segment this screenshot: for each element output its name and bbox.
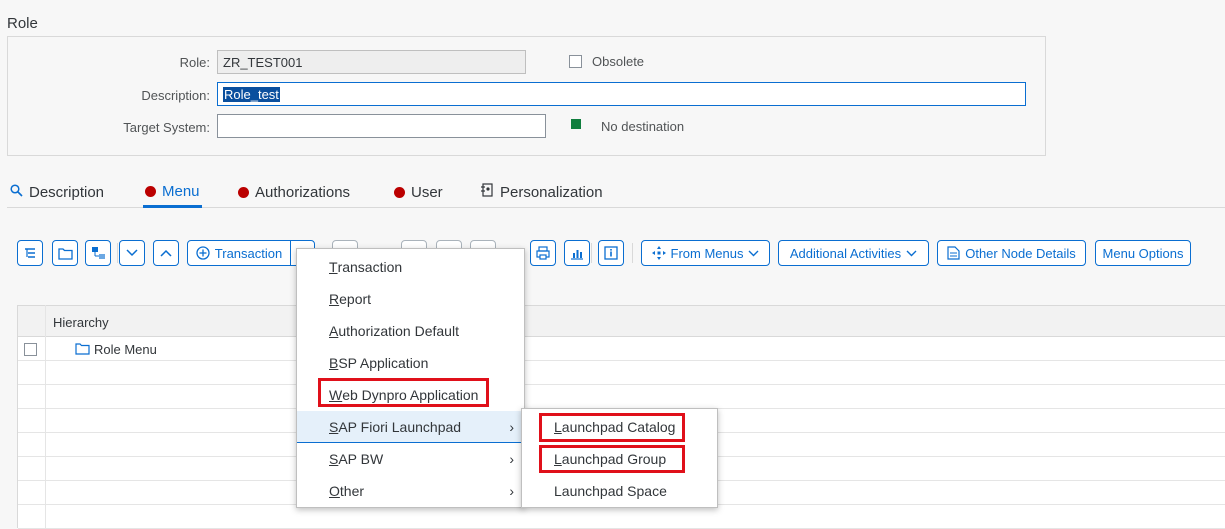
table-row <box>18 361 1225 385</box>
status-dot-icon <box>145 186 156 197</box>
description-field[interactable]: Role_test <box>217 82 1026 106</box>
menu-item-other[interactable]: Other › <box>297 475 524 507</box>
tab-authorizations[interactable]: Authorizations <box>238 178 350 206</box>
folder-icon <box>75 342 90 360</box>
hierarchy-column-header: Hierarchy <box>53 315 109 330</box>
hierarchy-icon <box>91 247 105 259</box>
folder-icon <box>57 247 73 260</box>
description-label: Description: <box>141 88 210 103</box>
from-menus-label: From Menus <box>670 245 744 261</box>
chevron-down-icon <box>748 250 759 256</box>
highlight-annotation <box>318 378 489 407</box>
menu-options-button[interactable]: Menu Options <box>1095 240 1191 266</box>
info-icon <box>604 246 618 260</box>
additional-activities-label: Additional Activities <box>789 245 902 261</box>
highlight-annotation <box>539 445 685 473</box>
tab-personalization-label: Personalization <box>500 183 603 201</box>
search-icon <box>10 183 23 201</box>
add-icon <box>196 246 210 260</box>
additional-activities-button[interactable]: Additional Activities <box>778 240 929 266</box>
chevron-right-icon: › <box>509 483 514 499</box>
tree-icon <box>25 248 35 258</box>
menu-item-launchpad-space[interactable]: Launchpad Space <box>522 475 717 507</box>
table-row <box>18 505 1225 529</box>
menu-item-bsp-application[interactable]: B SP Application <box>297 347 524 379</box>
document-icon <box>947 246 960 260</box>
table-header: Hierarchy <box>18 305 1225 337</box>
chevron-up-icon <box>160 249 172 257</box>
status-dot-icon <box>238 186 249 198</box>
page-title: Role <box>7 15 38 32</box>
row-select-checkbox[interactable] <box>24 343 37 356</box>
table-row[interactable]: Role Menu <box>18 337 1225 361</box>
other-node-details-label: Other Node Details <box>965 245 1076 261</box>
chart-button[interactable] <box>564 240 590 266</box>
chevron-down-icon <box>906 250 917 256</box>
tab-description-label: Description <box>29 183 105 201</box>
transaction-button[interactable]: Transaction <box>187 240 291 266</box>
highlight-annotation <box>539 413 685 442</box>
menu-item-authorization-default[interactable]: Authorization Default <box>297 315 524 347</box>
status-dot-icon <box>394 186 405 198</box>
role-label: Role: <box>179 55 210 70</box>
chevron-down-icon <box>126 249 138 257</box>
tab-authorizations-label: Authorizations <box>255 183 351 201</box>
destination-status-icon <box>571 119 581 129</box>
target-system-label: Target System: <box>123 120 210 135</box>
collapse-all-button[interactable] <box>17 240 43 266</box>
copy-menu-button[interactable] <box>85 240 111 266</box>
description-value: Role_test <box>223 87 280 102</box>
menu-options-label: Menu Options <box>1102 245 1184 261</box>
destination-status-text: No destination <box>601 119 685 134</box>
tab-menu[interactable]: Menu <box>143 178 202 208</box>
role-field[interactable]: ZR_TEST001 <box>217 50 526 74</box>
tab-menu-label: Menu <box>162 183 200 200</box>
obsolete-label: Obsolete <box>592 54 645 69</box>
menu-item-sap-bw[interactable]: S AP BW › <box>297 443 524 475</box>
other-node-details-button[interactable]: Other Node Details <box>937 240 1086 266</box>
target-system-field[interactable] <box>217 114 546 138</box>
move-down-button[interactable] <box>119 240 145 266</box>
move-up-button[interactable] <box>153 240 179 266</box>
chevron-right-icon: › <box>509 451 514 467</box>
tab-bar: Description Menu Authorizations User Per… <box>7 178 1225 208</box>
menu-item-report[interactable]: Report <box>297 283 524 315</box>
tab-description[interactable]: Description <box>10 178 104 206</box>
tab-user[interactable]: User <box>394 178 443 206</box>
printer-icon <box>536 246 550 260</box>
role-menu-node[interactable]: Role Menu <box>94 342 157 357</box>
personalization-icon <box>480 183 494 201</box>
bar-chart-icon <box>571 250 583 260</box>
folder-button[interactable] <box>52 240 78 266</box>
chevron-right-icon: › <box>509 419 514 435</box>
menu-item-transaction[interactable]: Transaction <box>297 251 524 283</box>
tab-personalization[interactable]: Personalization <box>480 178 603 206</box>
table-row <box>18 385 1225 409</box>
transaction-button-label: Transaction <box>214 245 283 261</box>
menu-item-sap-fiori-launchpad[interactable]: S AP Fiori Launchpad › <box>297 411 524 443</box>
obsolete-checkbox[interactable] <box>569 55 582 68</box>
info-button[interactable] <box>598 240 624 266</box>
print-button[interactable] <box>530 240 556 266</box>
move-icon <box>651 246 666 260</box>
from-menus-button[interactable]: From Menus <box>641 240 770 266</box>
tab-user-label: User <box>411 183 443 201</box>
